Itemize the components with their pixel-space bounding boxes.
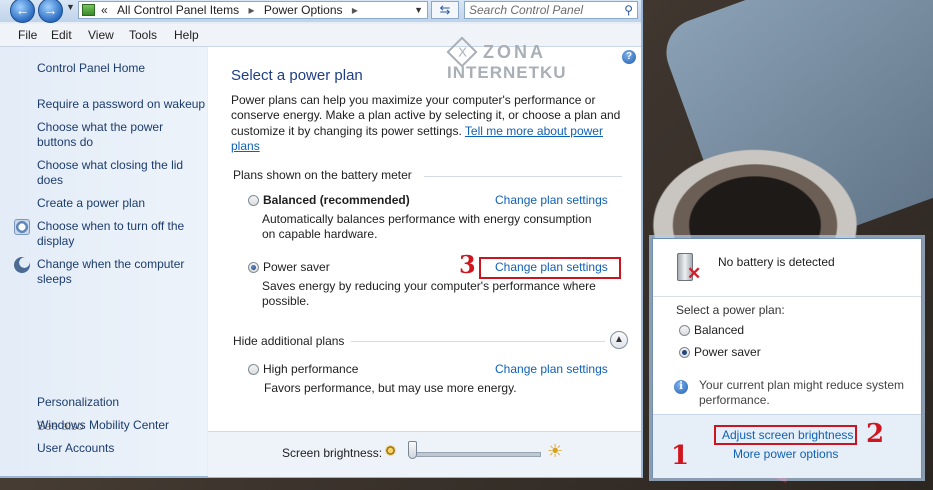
watermark-logo: X ZONA INTERNETKU [446,36,587,85]
page-title: Select a power plan [231,67,363,84]
forward-button[interactable]: → [38,0,63,23]
dim-sun-icon [385,445,396,456]
refresh-button[interactable]: ⇆ [431,1,459,19]
flyout-option-power-saver[interactable]: Power saver [694,345,761,359]
intro-text: Power plans can help you maximize your c… [231,93,621,153]
high-performance-radio[interactable] [248,364,259,375]
breadcrumb-all-items[interactable]: All Control Panel Items [117,3,239,17]
balanced-radio[interactable] [248,195,259,206]
menu-file[interactable]: File [18,28,37,42]
task-turn-off-display[interactable]: Choose when to turn off the display [37,219,202,249]
flyout-balanced-radio[interactable] [679,325,690,336]
info-icon: i [674,380,688,394]
additional-plans-heading[interactable]: Hide additional plans [233,334,344,348]
callout-number-2: 2 [866,419,885,449]
task-power-buttons[interactable]: Choose what the power buttons do [37,120,187,150]
change-plan-settings-balanced[interactable]: Change plan settings [495,193,608,207]
no-battery-x-icon: ✕ [687,264,702,283]
plan-name-high-performance[interactable]: High performance [263,362,358,376]
breadcrumb-separator-icon[interactable]: ▸ [248,3,254,17]
search-icon[interactable]: ⚲ [624,3,633,17]
plan-name-balanced[interactable]: Balanced (recommended) [263,193,410,207]
task-closing-lid[interactable]: Choose what closing the lid does [37,158,187,188]
tasks-pane: Control Panel Home Require a password on… [0,47,207,476]
collapse-chevron-up-icon[interactable]: ▲ [610,331,628,349]
control-panel-icon [82,4,95,16]
breadcrumb-power-options[interactable]: Power Options [264,3,343,17]
flyout-power-saver-radio[interactable] [679,347,690,358]
see-also-user-accounts[interactable]: User Accounts [37,441,114,456]
brightness-label: Screen brightness: [282,446,383,460]
plan-name-power-saver[interactable]: Power saver [263,260,330,274]
callout-number-1: 1 [671,441,690,471]
plan-desc-balanced: Automatically balances performance with … [262,212,592,242]
battery-meter-heading: Plans shown on the battery meter [233,168,412,182]
menu-help[interactable]: Help [174,28,199,42]
change-plan-settings-high-performance[interactable]: Change plan settings [495,362,608,376]
see-also-mobility-center[interactable]: Windows Mobility Center [37,418,169,433]
bright-sun-icon: ☀ [547,441,564,461]
power-saver-radio[interactable] [248,262,259,273]
sleep-moon-icon [14,257,30,273]
adjust-screen-brightness-link[interactable]: Adjust screen brightness [722,428,853,442]
change-plan-settings-power-saver[interactable]: Change plan settings [495,260,608,274]
task-create-plan[interactable]: Create a power plan [37,196,197,211]
performance-warning: Your current plan might reduce system pe… [699,378,904,407]
control-panel-home-link[interactable]: Control Panel Home [37,61,145,76]
menu-view[interactable]: View [88,28,114,42]
power-plans-content: Select a power plan Power plans can help… [208,47,641,477]
brightness-bar: Screen brightness: ☀ [208,431,641,477]
address-dropdown-icon[interactable]: ▼ [414,2,423,18]
menu-tools[interactable]: Tools [129,28,157,42]
plan-desc-power-saver: Saves energy by reducing your computer's… [262,279,596,309]
more-power-options-link[interactable]: More power options [733,447,838,461]
callout-number-3: 3 [459,250,476,279]
see-also-personalization[interactable]: Personalization [37,395,119,410]
address-row: ← → ▼ « All Control Panel Items ▸ Power … [0,0,641,23]
breadcrumb-overflow[interactable]: « [101,3,108,17]
back-button[interactable]: ← [10,0,35,23]
divider [351,341,605,342]
flyout-status-area: ✕ No battery is detected [653,239,921,297]
task-require-password[interactable]: Require a password on wakeup [37,97,207,112]
recent-pages-dropdown[interactable]: ▼ [66,2,75,12]
plan-desc-high-performance: Favors performance, but may use more ene… [264,381,517,395]
address-bar[interactable]: « All Control Panel Items ▸ Power Option… [78,1,428,19]
battery-meter-flyout: ✕ No battery is detected Select a power … [652,238,922,478]
display-timer-icon [14,219,30,235]
battery-status-text: No battery is detected [718,255,835,269]
brightness-slider-track[interactable] [411,452,541,457]
flyout-option-balanced[interactable]: Balanced [694,323,744,337]
breadcrumb-separator-icon[interactable]: ▸ [352,3,358,17]
select-plan-label: Select a power plan: [676,303,785,317]
help-icon[interactable]: ? [622,50,636,64]
divider [424,176,622,177]
flyout-links-area: Adjust screen brightness More power opti… [653,414,921,478]
menu-edit[interactable]: Edit [51,28,72,42]
search-box[interactable]: ⚲ [464,1,638,19]
task-computer-sleeps[interactable]: Change when the computer sleeps [37,257,202,287]
brightness-slider-thumb[interactable] [408,441,417,459]
search-input[interactable] [469,2,609,18]
